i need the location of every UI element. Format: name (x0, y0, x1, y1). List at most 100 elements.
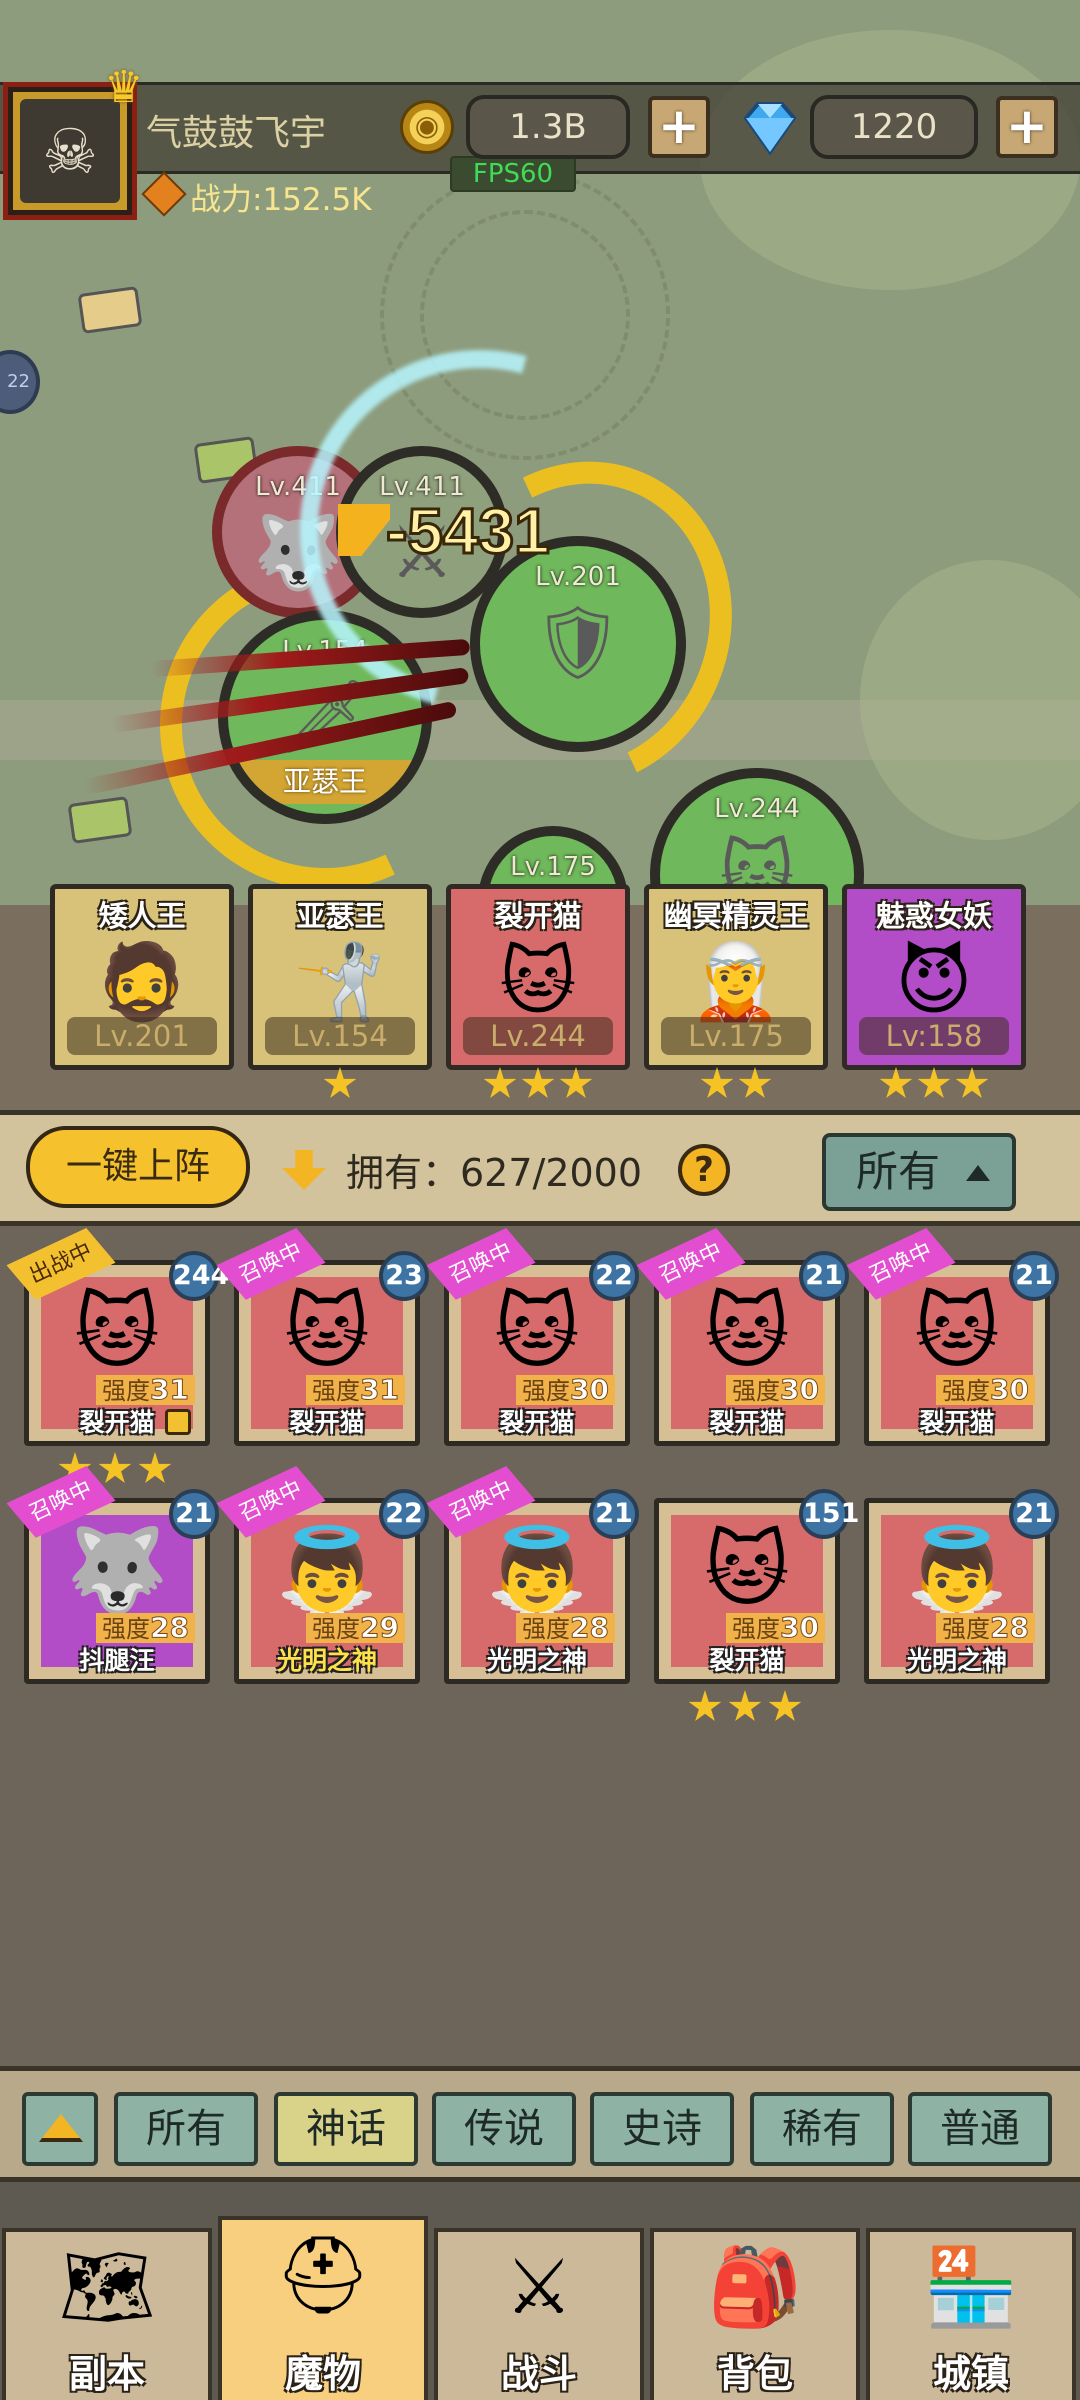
level-badge: 21 (589, 1489, 639, 1539)
monster-sprite: 🐱 (704, 1285, 790, 1380)
monster-sprite: 🐱 (284, 1285, 370, 1380)
triangle-up-icon (39, 2114, 83, 2142)
monster-card[interactable]: 👼 召唤中 22 强度29 光明之神 (234, 1498, 429, 1684)
monster-name: 抖腿汪 (79, 1646, 155, 1675)
strength-tag: 强度29 (306, 1612, 405, 1643)
strength-value: 30 (780, 1373, 820, 1406)
star-icon (559, 1067, 593, 1098)
monster-card[interactable]: 🐱 召唤中 21 强度30 裂开猫 (654, 1260, 849, 1446)
level-badge: 21 (169, 1489, 219, 1539)
lineup-card[interactable]: 矮人王 🧔 Lv.201 (50, 884, 234, 1070)
star-icon (700, 1067, 734, 1098)
monster-sprite: 🐺 (65, 1523, 169, 1618)
help-button[interactable]: ? (678, 1144, 730, 1196)
nav-label: 战斗 (500, 2352, 577, 2396)
tier-tab[interactable]: 传说 (432, 2092, 576, 2166)
lock-icon (165, 1409, 191, 1435)
tier-tab[interactable]: 神话 (274, 2092, 418, 2166)
strength-tag: 强度30 (726, 1611, 825, 1644)
strength-tag: 强度28 (516, 1611, 615, 1644)
unit-level: Lv.175 (510, 852, 596, 882)
monster-card[interactable]: 🐱 召唤中 22 强度30 裂开猫 (444, 1260, 639, 1446)
strength-label: 强度 (102, 1377, 151, 1405)
monster-card[interactable]: 👼 21 强度28 光明之神 (864, 1489, 1059, 1684)
hero-level: Lv.201 (67, 1017, 217, 1055)
nav-item[interactable]: ⚔ 战斗 (434, 2228, 644, 2400)
level-badge: 21 (1009, 1489, 1059, 1539)
strength-value: 28 (150, 1611, 190, 1644)
tier-tab[interactable]: 史诗 (590, 2092, 734, 2166)
star-rating (842, 1067, 1026, 1107)
monster-name: 裂开猫 (919, 1408, 995, 1437)
star-icon (955, 1067, 989, 1098)
hero-sprite: 🐱 (499, 939, 577, 1025)
strength-value: 31 (360, 1373, 400, 1406)
strength-label: 强度 (942, 1615, 991, 1643)
star-rating (248, 1067, 432, 1107)
backpack-icon: 🎒 (707, 2242, 803, 2331)
crown-icon: ♛ (104, 62, 144, 113)
strength-value: 28 (570, 1611, 610, 1644)
add-gold-button[interactable]: + (648, 96, 710, 158)
monster-name: 裂开猫 (709, 1646, 785, 1675)
strength-label: 强度 (732, 1615, 781, 1643)
nav-item[interactable]: 🎒 背包 (650, 2228, 860, 2400)
shop-icon: 🏪 (923, 2242, 1019, 2331)
tier-tab[interactable]: 稀有 (750, 2092, 894, 2166)
monster-card[interactable]: 🐱 151 强度30 裂开猫 (654, 1489, 859, 1684)
monster-sprite: 🐱 (914, 1285, 1000, 1380)
monster-sprite: 👼 (905, 1523, 1009, 1618)
lineup-card[interactable]: 魅惑女妖 😈 Lv:158 (842, 884, 1026, 1070)
star-icon (483, 1067, 517, 1098)
monster-card[interactable]: 🐱 出战中 244 强度31 裂开猫 (24, 1260, 229, 1446)
collapse-button[interactable] (22, 2092, 98, 2166)
hero-level: Lv:158 (859, 1017, 1009, 1055)
gem-amount: 1220 (810, 95, 978, 159)
nav-item[interactable]: ⛑ 魔物 (218, 2216, 428, 2400)
tier-tab[interactable]: 所有 (114, 2092, 258, 2166)
monster-name: 裂开猫 (289, 1408, 365, 1437)
hero-name: 魅惑女妖 (875, 899, 992, 933)
gem-icon (743, 102, 797, 156)
nav-label: 背包 (716, 2352, 793, 2396)
filter-dropdown[interactable]: 所有 (822, 1133, 1016, 1211)
lineup-card[interactable]: 亚瑟王 🤺 Lv.154 (248, 884, 432, 1070)
strength-value: 30 (780, 1611, 820, 1644)
hero-name: 幽冥精灵王 (663, 899, 809, 933)
player-name: 气鼓鼓飞宇 (146, 113, 327, 154)
nav-item[interactable]: 🏪 城镇 (866, 2228, 1076, 2400)
lineup-card[interactable]: 裂开猫 🐱 Lv.244 (446, 884, 630, 1070)
level-badge: 151 (799, 1489, 859, 1539)
tier-tab[interactable]: 普通 (908, 2092, 1052, 2166)
monster-card[interactable]: 👼 召唤中 21 强度28 光明之神 (444, 1498, 639, 1684)
gold-amount: 1.3B (466, 95, 630, 159)
hero-level: Lv.175 (661, 1017, 811, 1055)
strength-value: 30 (990, 1373, 1030, 1406)
star-icon (879, 1067, 913, 1098)
map-hut (67, 796, 133, 844)
monster-card[interactable]: 🐱 召唤中 21 强度30 裂开猫 (864, 1260, 1059, 1446)
star-icon (98, 1452, 132, 1483)
one-key-deploy-button[interactable]: 一键上阵 (26, 1126, 250, 1208)
monster-sprite: 👼 (485, 1523, 589, 1618)
strength-value: 30 (570, 1373, 610, 1406)
monster-name: 光明之神 (906, 1646, 1007, 1675)
star-icon (138, 1452, 172, 1483)
level-badge: 244 (169, 1251, 229, 1301)
add-gems-button[interactable]: + (996, 96, 1058, 158)
monster-name: 裂开猫 (709, 1408, 785, 1437)
hero-name: 亚瑟王 (296, 899, 384, 933)
monster-card[interactable]: 🐺 召唤中 21 强度28 抖腿汪 (24, 1498, 219, 1684)
strength-label: 强度 (312, 1615, 361, 1643)
hero-level: Lv.154 (265, 1017, 415, 1055)
nav-item[interactable]: 🗺 副本 (2, 2228, 212, 2400)
star-icon (768, 1690, 802, 1721)
triangle-up-icon (966, 1165, 990, 1181)
strength-value: 28 (990, 1611, 1030, 1644)
strength-label: 强度 (312, 1377, 361, 1405)
tree-canopy (860, 560, 1080, 840)
monster-card[interactable]: 🐱 召唤中 23 强度31 裂开猫 (234, 1260, 429, 1446)
lineup-card[interactable]: 幽冥精灵王 🧝 Lv.175 (644, 884, 828, 1070)
nav-label: 魔物 (284, 2352, 361, 2396)
hero-sprite: 🧔 (95, 939, 189, 1025)
